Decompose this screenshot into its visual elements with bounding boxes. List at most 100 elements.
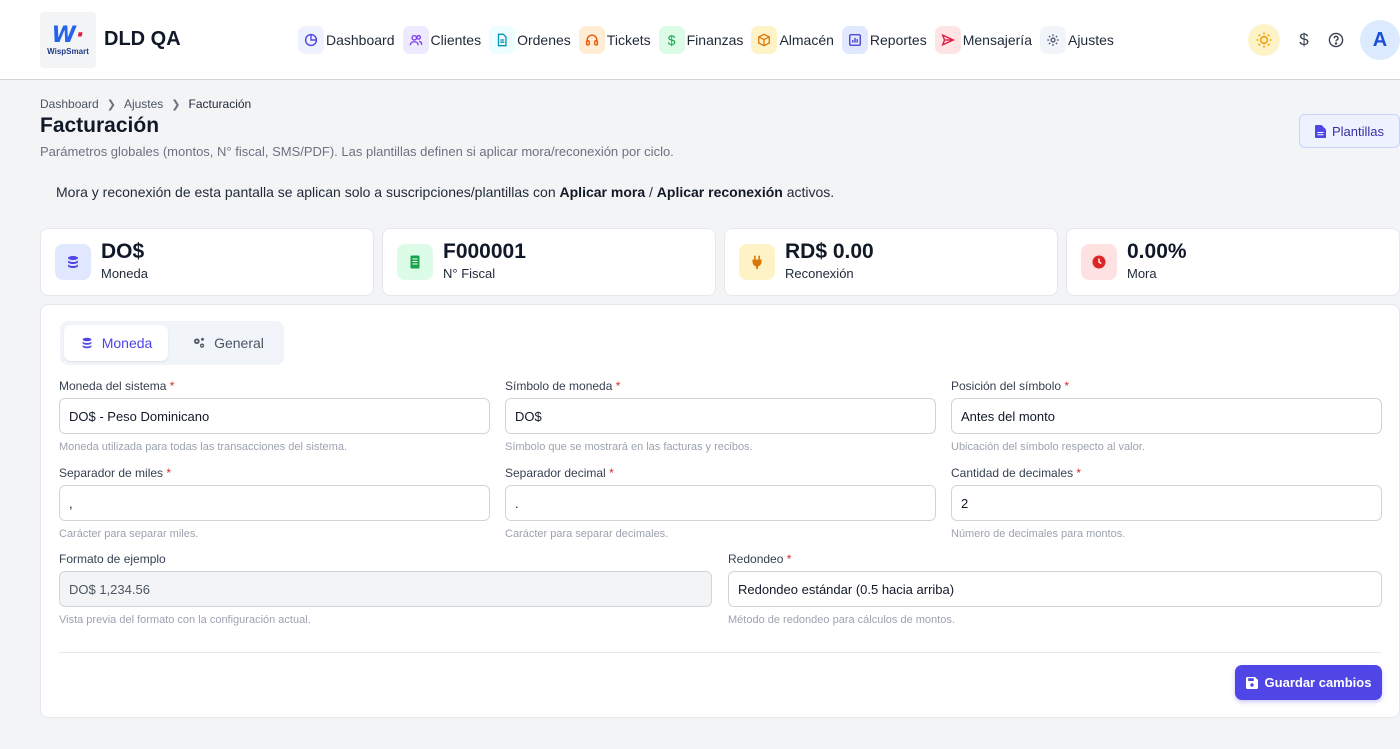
document-icon xyxy=(489,26,516,54)
divider xyxy=(59,652,1381,653)
nav-label: Reportes xyxy=(869,32,927,48)
box-icon xyxy=(751,26,778,54)
thousands-sep-label: Separador de miles * xyxy=(59,466,171,480)
currency-label: Moneda del sistema * xyxy=(59,379,174,393)
user-avatar[interactable]: A xyxy=(1360,20,1400,60)
thousands-sep-input[interactable]: , xyxy=(59,485,490,521)
theme-toggle-button[interactable] xyxy=(1248,24,1280,56)
breadcrumb: Dashboard ❯ Ajustes ❯ Facturación xyxy=(40,97,251,111)
dollar-icon: $ xyxy=(1299,30,1309,49)
required-mark: * xyxy=(786,552,792,566)
users-icon xyxy=(402,26,429,54)
nav-item-ordenes[interactable]: Ordenes xyxy=(489,26,571,54)
headset-icon xyxy=(578,26,605,54)
decimal-sep-label: Separador decimal * xyxy=(505,466,614,480)
stat-label: Reconexión xyxy=(785,266,854,281)
chevron-right-icon: ❯ xyxy=(171,98,181,111)
decimals-label: Cantidad de decimales * xyxy=(951,466,1081,480)
symbol-label: Símbolo de moneda * xyxy=(505,379,620,393)
symbol-position-label: Posición del símbolo * xyxy=(951,379,1069,393)
save-button[interactable]: Guardar cambios xyxy=(1235,665,1382,700)
plug-icon xyxy=(739,244,775,280)
nav-label: Dashboard xyxy=(326,32,395,48)
stat-card-fiscal: F000001 N° Fiscal xyxy=(382,228,716,296)
settings-tabs: Moneda General xyxy=(60,321,284,365)
currency-hint: Moneda utilizada para todas las transacc… xyxy=(59,441,347,453)
tab-label: General xyxy=(214,335,264,351)
symbol-input[interactable]: DO$ xyxy=(505,398,936,434)
save-button-label: Guardar cambios xyxy=(1264,675,1372,690)
app-title: DLD QA xyxy=(104,28,181,50)
main-nav: Dashboard Clientes Ordenes Tickets $ Fin… xyxy=(298,26,1122,54)
rounding-hint: Método de redondeo para cálculos de mont… xyxy=(728,614,955,626)
decimals-label-text: Cantidad de decimales xyxy=(951,466,1074,480)
coins-icon xyxy=(55,244,91,280)
required-mark: * xyxy=(615,379,621,393)
tab-moneda[interactable]: Moneda xyxy=(64,325,168,361)
notice-text: Mora y reconexión de esta pantalla se ap… xyxy=(56,184,560,200)
currency-label-text: Moneda del sistema xyxy=(59,379,167,393)
thousands-sep-label-text: Separador de miles xyxy=(59,466,164,480)
stat-value: 0.00% xyxy=(1127,240,1187,263)
nav-label: Finanzas xyxy=(686,32,744,48)
report-icon xyxy=(841,26,868,54)
nav-item-almacen[interactable]: Almacén xyxy=(751,26,834,54)
stat-label: Moneda xyxy=(101,266,148,281)
chart-pie-icon xyxy=(298,26,324,54)
logo-text: WispSmart xyxy=(47,46,89,56)
file-icon xyxy=(1314,124,1326,138)
breadcrumb-item-dashboard[interactable]: Dashboard xyxy=(40,97,99,111)
decimals-hint: Número de decimales para montos. xyxy=(951,528,1126,540)
example-format-field: DO$ 1,234.56 xyxy=(59,571,712,607)
symbol-hint: Símbolo que se mostrará en las facturas … xyxy=(505,441,753,453)
info-notice: Mora y reconexión de esta pantalla se ap… xyxy=(56,184,834,200)
page-subtitle: Parámetros globales (montos, N° fiscal, … xyxy=(40,144,674,159)
stat-label: N° Fiscal xyxy=(443,266,496,281)
sun-icon xyxy=(1256,32,1272,48)
notice-bold-mora: Aplicar mora xyxy=(559,184,646,200)
clock-icon xyxy=(1081,244,1117,280)
rounding-select[interactable]: Redondeo estándar (0.5 hacia arriba) xyxy=(728,571,1382,607)
nav-label: Tickets xyxy=(606,32,651,48)
templates-button-label: Plantillas xyxy=(1331,123,1385,139)
symbol-position-select[interactable]: Antes del monto xyxy=(951,398,1382,434)
gears-icon xyxy=(194,337,205,348)
stat-card-mora: 0.00% Mora xyxy=(1066,228,1400,296)
decimal-sep-input[interactable]: . xyxy=(505,485,936,521)
notice-bold-reconexion: Aplicar reconexión xyxy=(656,184,783,200)
templates-button[interactable]: Plantillas xyxy=(1299,114,1400,148)
breadcrumb-item-current: Facturación xyxy=(188,97,252,111)
breadcrumb-item-ajustes[interactable]: Ajustes xyxy=(124,97,163,111)
nav-item-tickets[interactable]: Tickets xyxy=(578,26,651,54)
nav-item-clientes[interactable]: Clientes xyxy=(402,26,481,54)
nav-item-reportes[interactable]: Reportes xyxy=(841,26,927,54)
nav-item-mensajeria[interactable]: Mensajería xyxy=(934,26,1032,54)
tab-general[interactable]: General xyxy=(178,325,278,361)
symbol-label-text: Símbolo de moneda xyxy=(505,379,613,393)
example-label: Formato de ejemplo xyxy=(59,552,166,566)
notice-suffix: activos. xyxy=(782,184,835,200)
app-logo[interactable]: W· WispSmart xyxy=(40,12,96,68)
page-title: Facturación xyxy=(40,114,160,137)
decimal-sep-hint: Carácter para separar decimales. xyxy=(505,528,669,540)
nav-item-finanzas[interactable]: $ Finanzas xyxy=(658,26,744,54)
currency-select[interactable]: DO$ - Peso Dominicano xyxy=(59,398,490,434)
nav-label: Ajustes xyxy=(1067,32,1114,48)
nav-label: Mensajería xyxy=(962,32,1032,48)
decimal-sep-label-text: Separador decimal xyxy=(505,466,606,480)
required-mark: * xyxy=(1064,379,1070,393)
logo-mark: W· xyxy=(51,22,85,48)
help-button[interactable] xyxy=(1324,24,1348,56)
floppy-disk-icon xyxy=(1245,676,1258,689)
rounding-label: Redondeo * xyxy=(728,552,791,566)
dollar-icon: $ xyxy=(658,26,685,54)
chevron-right-icon: ❯ xyxy=(106,98,116,111)
nav-item-dashboard[interactable]: Dashboard xyxy=(298,26,395,54)
symbol-position-hint: Ubicación del símbolo respecto al valor. xyxy=(951,441,1145,453)
example-hint: Vista previa del formato con la configur… xyxy=(59,614,311,626)
send-icon xyxy=(934,26,961,54)
decimals-input[interactable]: 2 xyxy=(951,485,1382,521)
stat-card-reconexion: RD$ 0.00 Reconexión xyxy=(724,228,1058,296)
nav-item-ajustes[interactable]: Ajustes xyxy=(1039,26,1114,54)
currency-button[interactable]: $ xyxy=(1292,24,1316,56)
